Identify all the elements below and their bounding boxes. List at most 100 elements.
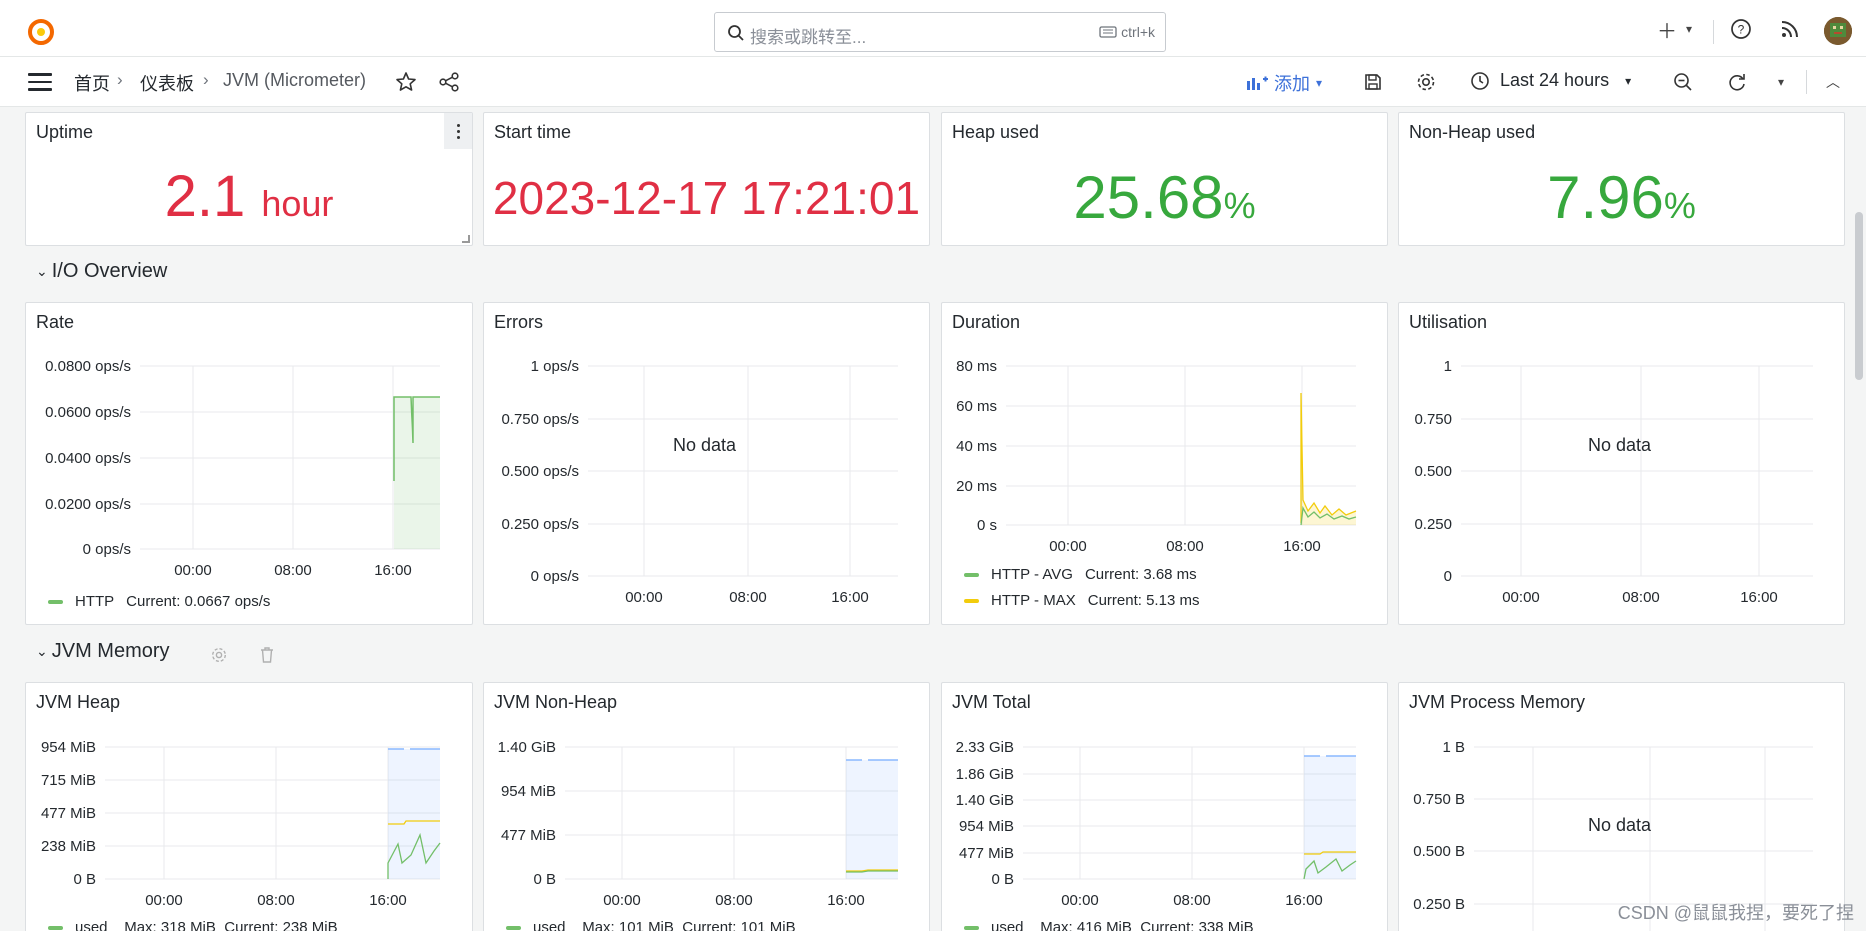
resize-handle[interactable] (462, 235, 470, 243)
no-data-message: No data (1588, 435, 1652, 455)
add-panel-button[interactable]: 添加 ▾ (1246, 70, 1322, 96)
settings-gear-icon[interactable] (1413, 69, 1439, 95)
scrollbar-thumb[interactable] (1855, 212, 1863, 380)
star-icon[interactable] (393, 69, 419, 95)
breadcrumb-current: JVM (Micrometer) (223, 70, 366, 90)
y-tick-label: 0.0400 ops/s (45, 450, 131, 467)
collapse-chevron-up-icon[interactable]: ︿ (1820, 69, 1846, 95)
legend-text: used Max: 318 MiB Current: 238 MiB (75, 919, 338, 931)
panel-heap-used[interactable]: Heap used 25.68% (941, 112, 1388, 246)
utilisation-chart[interactable]: 1 0.750 0.500 0.250 0 00:00 08:00 16:00 (1399, 303, 1846, 626)
x-tick-label: 08:00 (1622, 589, 1660, 606)
y-axis-labels: 1 B 0.750 B 0.500 B 0.250 B (1413, 739, 1465, 913)
time-range-label: Last 24 hours (1500, 70, 1610, 90)
jvm-heap-chart[interactable]: 954 MiB 715 MiB 477 MiB 238 MiB 0 B 00:0… (26, 683, 474, 931)
panel-utilisation[interactable]: Utilisation 1 0.750 0.500 0.250 0 00:00 … (1398, 302, 1845, 625)
legend-item[interactable]: used Max: 101 MiB Current: 101 MiB (506, 919, 796, 931)
x-axis-labels: 00:00 08:00 16:00 (145, 892, 407, 909)
stat-unit: hour (261, 183, 334, 224)
jvm-nonheap-chart[interactable]: 1.40 GiB 954 MiB 477 MiB 0 B 00:00 08:00… (484, 683, 931, 931)
x-tick-label: 08:00 (257, 892, 295, 909)
jvm-total-chart[interactable]: 2.33 GiB 1.86 GiB 1.40 GiB 954 MiB 477 M… (942, 683, 1389, 931)
panel-errors[interactable]: Errors 1 ops/s 0.750 ops/s 0.500 ops/s 0… (483, 302, 930, 625)
panel-jvm-total[interactable]: JVM Total 2.33 GiB 1.86 GiB 1.40 GiB 954… (941, 682, 1388, 931)
panel-rate[interactable]: Rate 0.0800 ops/s 0.0600 ops/s 0.0400 op… (25, 302, 473, 625)
keyboard-icon (1099, 26, 1117, 38)
jvm-process-chart[interactable]: 1 B 0.750 B 0.500 B 0.250 B (1399, 683, 1846, 931)
row-settings-gear-icon[interactable] (210, 646, 228, 664)
x-tick-label: 16:00 (1285, 892, 1323, 909)
stat-value: 7.96% (1399, 163, 1844, 232)
x-tick-label: 08:00 (1173, 892, 1211, 909)
time-range-picker[interactable]: Last 24 hours ▾ (1470, 70, 1631, 91)
search-input[interactable]: 搜索或跳转至... ctrl+k (714, 12, 1166, 52)
y-tick-label: 477 MiB (959, 845, 1014, 862)
panel-jvm-nonheap[interactable]: JVM Non-Heap 1.40 GiB 954 MiB 477 MiB 0 … (483, 682, 930, 931)
legend-name: HTTP - AVG (991, 566, 1073, 583)
x-axis-labels: 00:00 08:00 16:00 (1061, 892, 1323, 909)
legend-item[interactable]: HTTP - AVG Current: 3.68 ms (964, 566, 1197, 583)
y-tick-label: 1.40 GiB (956, 792, 1014, 809)
y-tick-label: 0.0800 ops/s (45, 358, 131, 375)
y-axis-labels: 1.40 GiB 954 MiB 477 MiB 0 B (498, 739, 556, 888)
svg-text:?: ? (1738, 23, 1745, 37)
refresh-interval-chevron-icon[interactable]: ▾ (1768, 69, 1794, 95)
zoom-out-icon[interactable] (1670, 69, 1696, 95)
menu-toggle-icon[interactable] (28, 73, 52, 91)
chevron-down-icon[interactable]: ▾ (1676, 16, 1702, 42)
errors-chart[interactable]: 1 ops/s 0.750 ops/s 0.500 ops/s 0.250 op… (484, 303, 931, 626)
legend-swatch (48, 925, 63, 930)
panel-title: Uptime (36, 122, 94, 142)
x-tick-label: 16:00 (369, 892, 407, 909)
row-title: I/O Overview (51, 260, 168, 282)
no-data-message: No data (673, 435, 737, 455)
y-tick-label: 1 B (1442, 739, 1465, 756)
news-rss-icon[interactable] (1777, 16, 1803, 42)
row-delete-trash-icon[interactable] (258, 646, 276, 664)
legend-item[interactable]: used Max: 416 MiB Current: 338 MiB (964, 919, 1254, 931)
save-icon[interactable] (1360, 69, 1386, 95)
rate-chart[interactable]: 0.0800 ops/s 0.0600 ops/s 0.0400 ops/s 0… (26, 303, 474, 626)
dashboard-nav-bar: 首页 › 仪表板 › JVM (Micrometer) 添加 ▾ Last 24… (0, 57, 1866, 107)
panel-duration[interactable]: Duration 80 ms 60 ms 40 ms 20 ms 0 s 00:… (941, 302, 1388, 625)
y-tick-label: 1 (1444, 358, 1452, 375)
legend-name: HTTP - MAX (991, 592, 1076, 609)
series-area-max (1304, 756, 1356, 879)
panel-jvm-heap[interactable]: JVM Heap 954 MiB 715 MiB 477 MiB 238 MiB… (25, 682, 473, 931)
panel-jvm-process-memory[interactable]: JVM Process Memory 1 B 0.750 B 0.500 B 0… (1398, 682, 1845, 931)
row-jvm-memory[interactable]: ⌄ JVM Memory (36, 640, 170, 663)
legend-item[interactable]: HTTP - MAX Current: 5.13 ms (964, 592, 1199, 609)
legend-swatch (964, 572, 979, 577)
panel-start-time[interactable]: Start time 2023-12-17 17:21:01 (483, 112, 930, 246)
legend-swatch (964, 925, 979, 930)
search-icon (728, 25, 744, 41)
panel-nonheap-used[interactable]: Non-Heap used 7.96% (1398, 112, 1845, 246)
series-line-http-max (1300, 392, 1357, 523)
help-icon[interactable]: ? (1728, 16, 1754, 42)
panel-title: Non-Heap used (1409, 122, 1536, 142)
legend-item[interactable]: HTTP Current: 0.0667 ops/s (48, 593, 270, 610)
grafana-logo-icon[interactable] (26, 17, 56, 47)
x-tick-label: 16:00 (831, 589, 869, 606)
x-axis-labels: 00:00 08:00 16:00 (603, 892, 865, 909)
y-tick-label: 0.750 ops/s (501, 411, 579, 428)
y-tick-label: 0 ops/s (83, 541, 131, 558)
y-tick-label: 0 B (73, 871, 96, 888)
panel-menu-icon[interactable] (444, 113, 472, 149)
x-tick-label: 08:00 (274, 562, 312, 579)
legend-item[interactable]: used Max: 318 MiB Current: 238 MiB (48, 919, 338, 931)
refresh-icon[interactable] (1724, 69, 1750, 95)
breadcrumb-dashboards[interactable]: 仪表板 (140, 70, 194, 96)
series-area (394, 397, 440, 549)
x-tick-label: 00:00 (603, 892, 641, 909)
no-data-message: No data (1588, 815, 1652, 835)
stat-number: 2.1 (164, 164, 246, 229)
user-avatar[interactable] (1824, 17, 1852, 45)
y-tick-label: 0.250 (1414, 516, 1452, 533)
row-io-overview[interactable]: ⌄ I/O Overview (36, 260, 167, 283)
x-tick-label: 16:00 (827, 892, 865, 909)
share-icon[interactable] (436, 69, 462, 95)
y-tick-label: 0 B (991, 871, 1014, 888)
panel-uptime[interactable]: Uptime 2.1 hour (25, 112, 473, 246)
breadcrumb-home[interactable]: 首页 (74, 70, 110, 96)
